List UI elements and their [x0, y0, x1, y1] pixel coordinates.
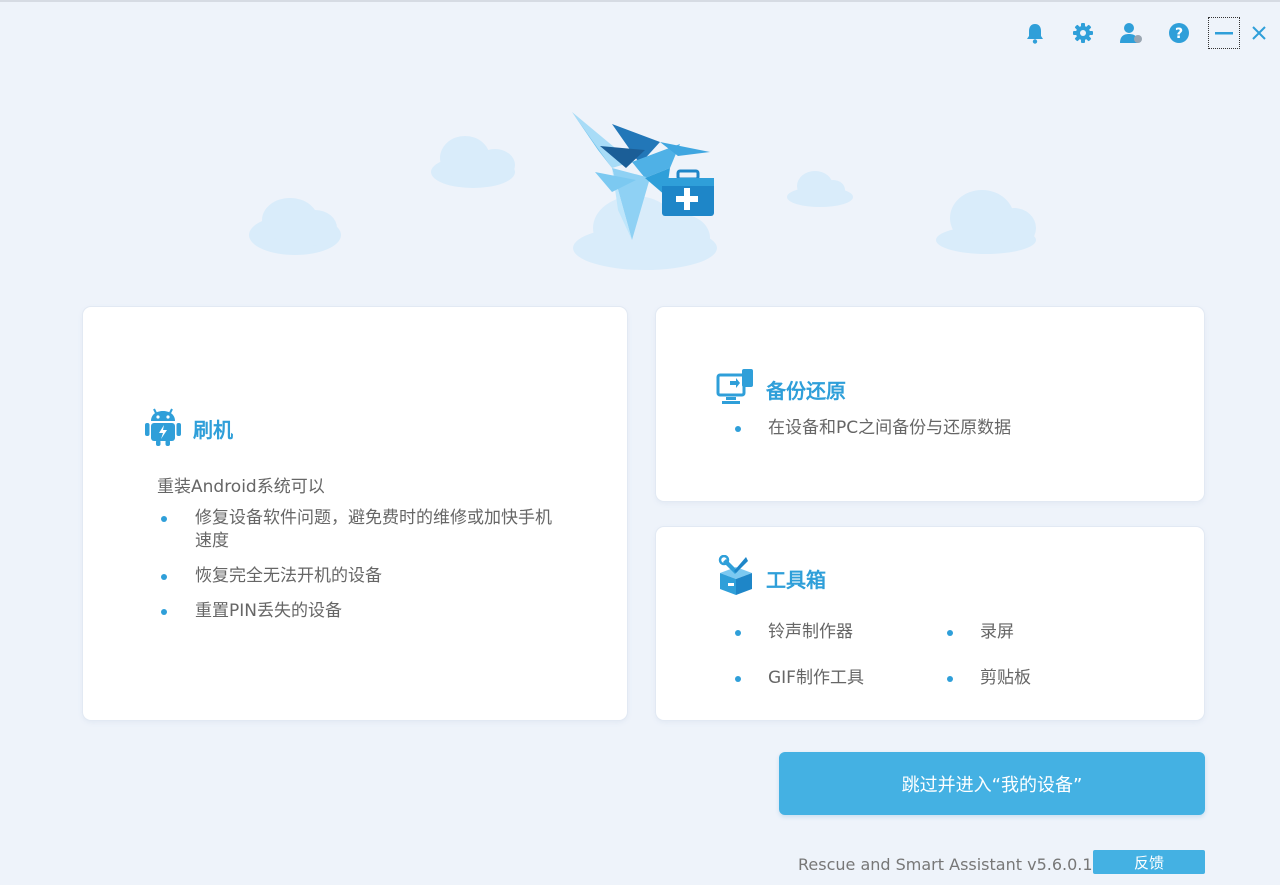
tool-ringtone-maker[interactable]: 铃声制作器 — [732, 621, 944, 644]
flash-description: 重装Android系统可以 — [157, 477, 325, 497]
feedback-button[interactable]: 反馈 — [1093, 850, 1205, 874]
tool-screen-recorder[interactable]: 录屏 — [944, 621, 1144, 644]
hero-illustration — [240, 100, 1060, 280]
list-item: 重置PIN丢失的设备 — [157, 600, 557, 623]
tools-list: 铃声制作器 录屏 GIF制作工具 剪贴板 — [732, 621, 1152, 690]
tools-card[interactable]: 工具箱 铃声制作器 录屏 GIF制作工具 剪贴板 — [656, 527, 1204, 720]
tool-clipboard[interactable]: 剪贴板 — [944, 667, 1144, 690]
bell-icon[interactable] — [1020, 18, 1050, 48]
tool-gif-maker[interactable]: GIF制作工具 — [732, 667, 944, 690]
medical-kit-icon — [662, 169, 714, 216]
list-item: 修复设备软件问题，避免费时的维修或加快手机速度 — [157, 507, 557, 553]
backup-pc-icon — [716, 367, 756, 411]
flash-card[interactable]: 刷机 重装Android系统可以 修复设备软件问题，避免费时的维修或加快手机速度… — [83, 307, 627, 720]
help-icon[interactable]: ? — [1164, 18, 1194, 48]
toolbox-icon — [716, 554, 756, 601]
user-icon[interactable] — [1116, 18, 1146, 48]
backup-card-header: 备份还原 — [716, 367, 846, 411]
window-top-border — [0, 0, 1280, 2]
backup-card[interactable]: 备份还原 在设备和PC之间备份与还原数据 — [656, 307, 1204, 501]
titlebar-controls: ? — [1002, 17, 1272, 49]
gear-icon[interactable] — [1068, 18, 1098, 48]
android-icon — [143, 405, 183, 451]
minimize-icon[interactable] — [1208, 17, 1240, 49]
flash-feature-list: 修复设备软件问题，避免费时的维修或加快手机速度 恢复完全无法开机的设备 重置PI… — [157, 507, 557, 635]
tools-title: 工具箱 — [766, 567, 826, 592]
svg-text:?: ? — [1175, 26, 1183, 42]
flash-title: 刷机 — [193, 417, 233, 442]
backup-feature-list: 在设备和PC之间备份与还原数据 — [732, 417, 1011, 440]
version-label: Rescue and Smart Assistant v5.6.0.15 — [798, 855, 1103, 874]
backup-title: 备份还原 — [766, 378, 846, 403]
tools-card-header: 工具箱 — [716, 554, 826, 601]
list-item: 在设备和PC之间备份与还原数据 — [732, 417, 1011, 440]
list-item: 恢复完全无法开机的设备 — [157, 565, 557, 588]
close-icon[interactable] — [1246, 18, 1272, 48]
skip-enter-my-device-button[interactable]: 跳过并进入“我的设备” — [779, 752, 1205, 815]
flash-card-header: 刷机 — [143, 405, 233, 451]
